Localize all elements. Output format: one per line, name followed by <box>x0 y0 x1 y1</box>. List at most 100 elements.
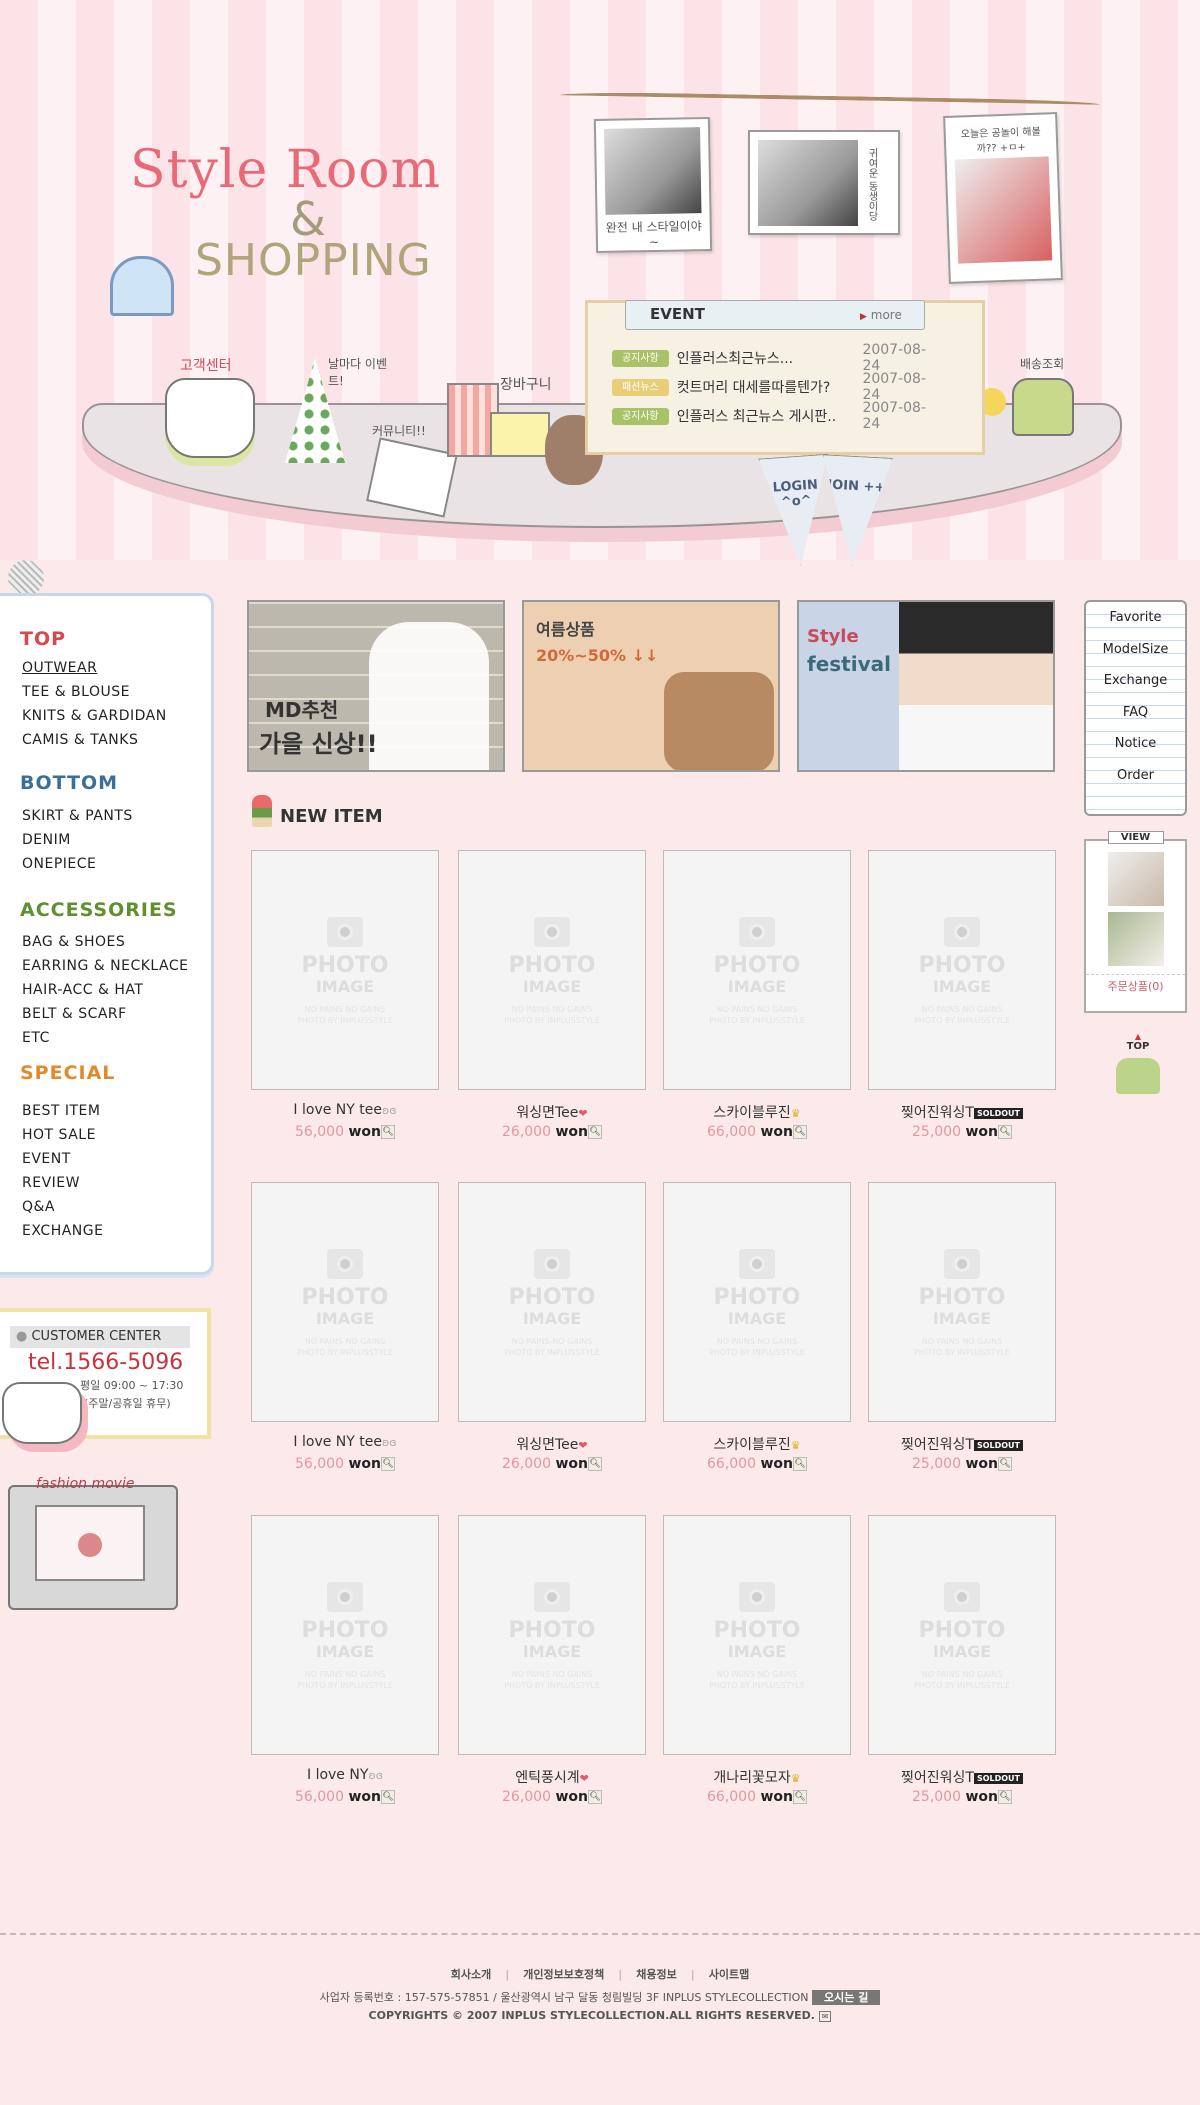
zoom-icon[interactable]: 🔍︎ <box>587 1790 602 1804</box>
community-link[interactable]: 커뮤니티!! <box>372 422 426 439</box>
product-name[interactable]: I love NY teeʚɞ <box>245 1434 445 1450</box>
ordered-items-link[interactable]: 주문상품(0) <box>1086 974 1185 994</box>
hanging-photo-2[interactable]: 귀여운 동생이당 <box>748 130 900 235</box>
customer-center-tel: tel.1566-5096 <box>28 1350 184 1375</box>
product-name[interactable]: 워싱면Tee❤ <box>452 1434 652 1454</box>
zoom-icon[interactable]: 🔍︎ <box>380 1125 395 1139</box>
banner-md-recommend[interactable]: MD추천 가을 신상!! <box>247 600 505 772</box>
event-row[interactable]: 공지사항 인플러스 최근뉴스 게시판.. 2007-08-24 <box>612 400 942 432</box>
event-link[interactable]: 날마다 이벤트! <box>328 355 388 389</box>
sidebar-item[interactable]: BELT & SCARF <box>22 1006 127 1022</box>
product-name[interactable]: 찢어진워싱T SOLDOUT <box>862 1102 1062 1122</box>
zoom-icon[interactable]: 🔍︎ <box>792 1125 807 1139</box>
event-row[interactable]: 공지사항 인플러스최근뉴스... 2007-08-24 <box>612 342 942 374</box>
product-image[interactable]: PHOTO IMAGE NO PAINS NO GAINS PHOTO BY INPL… <box>868 1182 1056 1422</box>
product-image[interactable]: PHOTO IMAGE NO PAINS NO GAINS PHOTO BY INPL… <box>663 850 851 1090</box>
sidebar-item[interactable]: REVIEW <box>22 1175 80 1191</box>
sidebar-item[interactable]: TEE & BLOUSE <box>22 684 130 700</box>
zoom-icon[interactable]: 🔍︎ <box>380 1457 395 1471</box>
quick-menu-item[interactable]: Notice <box>1086 728 1185 760</box>
sidebar-item[interactable]: DENIM <box>22 832 71 848</box>
sidebar-item[interactable]: BAG & SHOES <box>22 934 125 950</box>
product-name[interactable]: 스카이블루진♛ <box>657 1102 857 1122</box>
product-image[interactable]: PHOTO IMAGE NO PAINS NO GAINS PHOTO BY INPL… <box>458 1515 646 1755</box>
quick-menu-item[interactable]: FAQ <box>1086 697 1185 729</box>
product-name-text: I love NY <box>306 1767 369 1783</box>
sidebar-item[interactable]: BEST ITEM <box>22 1103 100 1119</box>
sidebar-item[interactable]: HAIR-ACC & HAT <box>22 982 143 998</box>
product-image[interactable]: PHOTO IMAGE NO PAINS NO GAINS PHOTO BY INPL… <box>663 1182 851 1422</box>
product-image[interactable]: PHOTO IMAGE NO PAINS NO GAINS PHOTO BY INPL… <box>251 1182 439 1422</box>
product-image[interactable]: PHOTO IMAGE NO PAINS NO GAINS PHOTO BY INPL… <box>251 1515 439 1755</box>
viewed-item-thumb[interactable] <box>1107 912 1164 966</box>
telephone-icon[interactable] <box>165 378 255 458</box>
delivery-tracking-link[interactable]: 배송조회 <box>1020 355 1064 372</box>
quick-menu-item[interactable]: Order <box>1086 760 1185 792</box>
product-name[interactable]: I love NYʚɞ <box>245 1767 445 1783</box>
car-icon[interactable] <box>1012 378 1074 436</box>
product-name[interactable]: I love NY teeʚɞ <box>245 1102 445 1118</box>
banner-text: 여름상품 <box>536 620 595 639</box>
zoom-icon[interactable]: 🔍︎ <box>587 1457 602 1471</box>
zoom-icon[interactable]: 🔍︎ <box>380 1790 395 1804</box>
zoom-icon[interactable]: 🔍︎ <box>997 1457 1012 1471</box>
sidebar-item[interactable]: SKIRT & PANTS <box>22 808 133 824</box>
banner-summer-sale[interactable]: 여름상품 20%~50% ↓↓ <box>522 600 780 772</box>
play-icon[interactable] <box>78 1533 102 1557</box>
customer-center-link[interactable]: 고객센터 <box>180 355 232 375</box>
footer-link[interactable]: 채용정보 <box>636 1968 676 1981</box>
top-button[interactable]: ▲ TOP <box>1110 1032 1166 1094</box>
zoom-icon[interactable]: 🔍︎ <box>587 1125 602 1139</box>
sidebar-item[interactable]: OUTWEAR <box>22 660 97 676</box>
hanging-photo-3[interactable]: 오늘은 공놀이 해볼까?? +ㅁ+ <box>943 112 1063 284</box>
product-name[interactable]: 스카이블루진♛ <box>657 1434 857 1454</box>
footer-link[interactable]: 사이트맵 <box>709 1968 749 1981</box>
footer-link[interactable]: 개인정보보호정책 <box>523 1968 604 1981</box>
hanging-photo-1[interactable]: 완전 내 스타일이야~ <box>593 116 713 254</box>
quick-menu-item[interactable]: Exchange <box>1086 665 1185 697</box>
placeholder-text: PHOTO BY INPLUSSTYLE <box>504 1681 600 1690</box>
product-name[interactable]: 개나리꽃모자♛ <box>657 1767 857 1787</box>
product-name[interactable]: 엔틱풍시계❤ <box>452 1767 652 1787</box>
zoom-icon[interactable]: 🔍︎ <box>792 1790 807 1804</box>
sidebar-item[interactable]: EARRING & NECKLACE <box>22 958 189 974</box>
sidebar-item[interactable]: HOT SALE <box>22 1127 96 1143</box>
sidebar-item[interactable]: ONEPIECE <box>22 856 96 872</box>
sidebar-item[interactable]: Q&A <box>22 1199 55 1215</box>
product-image[interactable]: PHOTO IMAGE NO PAINS NO GAINS PHOTO BY INPL… <box>663 1515 851 1755</box>
sidebar-item[interactable]: EVENT <box>22 1151 71 1167</box>
sidebar-item[interactable]: ETC <box>22 1030 50 1046</box>
mail-icon[interactable]: ✉ <box>818 2011 832 2022</box>
product-image[interactable]: PHOTO IMAGE NO PAINS NO GAINS PHOTO BY INPL… <box>458 1182 646 1422</box>
quick-menu-item[interactable]: ModelSize <box>1086 634 1185 666</box>
zoom-icon[interactable]: 🔍︎ <box>792 1457 807 1471</box>
cart-link[interactable]: 장바구니 <box>500 374 552 394</box>
event-row[interactable]: 패션뉴스 컷트머리 대세를따를텐가? 2007-08-24 <box>612 371 942 403</box>
product-name-text: 찢어진워싱T <box>900 1770 974 1786</box>
quick-menu-item[interactable]: Favorite <box>1086 602 1185 634</box>
product-name[interactable]: 찢어진워싱T SOLDOUT <box>862 1767 1062 1787</box>
product-name[interactable]: 찢어진워싱T SOLDOUT <box>862 1434 1062 1454</box>
product-image[interactable]: PHOTO IMAGE NO PAINS NO GAINS PHOTO BY INPL… <box>458 850 646 1090</box>
product-image[interactable]: PHOTO IMAGE NO PAINS NO GAINS PHOTO BY INPL… <box>868 1515 1056 1755</box>
gift-box-icon[interactable] <box>490 412 550 457</box>
footer-link[interactable]: 회사소개 <box>451 1968 491 1981</box>
logo-shopping[interactable]: SHOPPING <box>195 235 432 286</box>
zoom-icon[interactable]: 🔍︎ <box>997 1125 1012 1139</box>
banner-style-festival[interactable]: Style festival <box>797 600 1055 772</box>
sidebar-item[interactable]: EXCHANGE <box>22 1223 103 1239</box>
event-more-link[interactable]: ▶ more <box>860 308 902 322</box>
zoom-icon[interactable]: 🔍︎ <box>997 1790 1012 1804</box>
sidebar-item[interactable]: CAMIS & TANKS <box>22 732 138 748</box>
fashion-movie-player[interactable] <box>8 1485 178 1610</box>
placeholder-text: PHOTO BY INPLUSSTYLE <box>297 1348 393 1357</box>
viewed-item-thumb[interactable] <box>1107 852 1164 906</box>
product-image[interactable]: PHOTO IMAGE NO PAINS NO GAINS PHOTO BY INPL… <box>868 850 1056 1090</box>
sidebar-item[interactable]: KNITS & GARDIDAN <box>22 708 167 724</box>
product-name[interactable]: 워싱면Tee❤ <box>452 1102 652 1122</box>
directions-button[interactable]: 오시는 길 <box>812 1990 881 2005</box>
logo-style-room[interactable]: Style Room <box>130 140 441 200</box>
quick-menu: Favorite ModelSize Exchange FAQ Notice Order <box>1084 600 1187 816</box>
price-currency: won <box>348 1789 381 1805</box>
product-image[interactable]: PHOTO IMAGE NO PAINS NO GAINS PHOTO BY INPL… <box>251 850 439 1090</box>
